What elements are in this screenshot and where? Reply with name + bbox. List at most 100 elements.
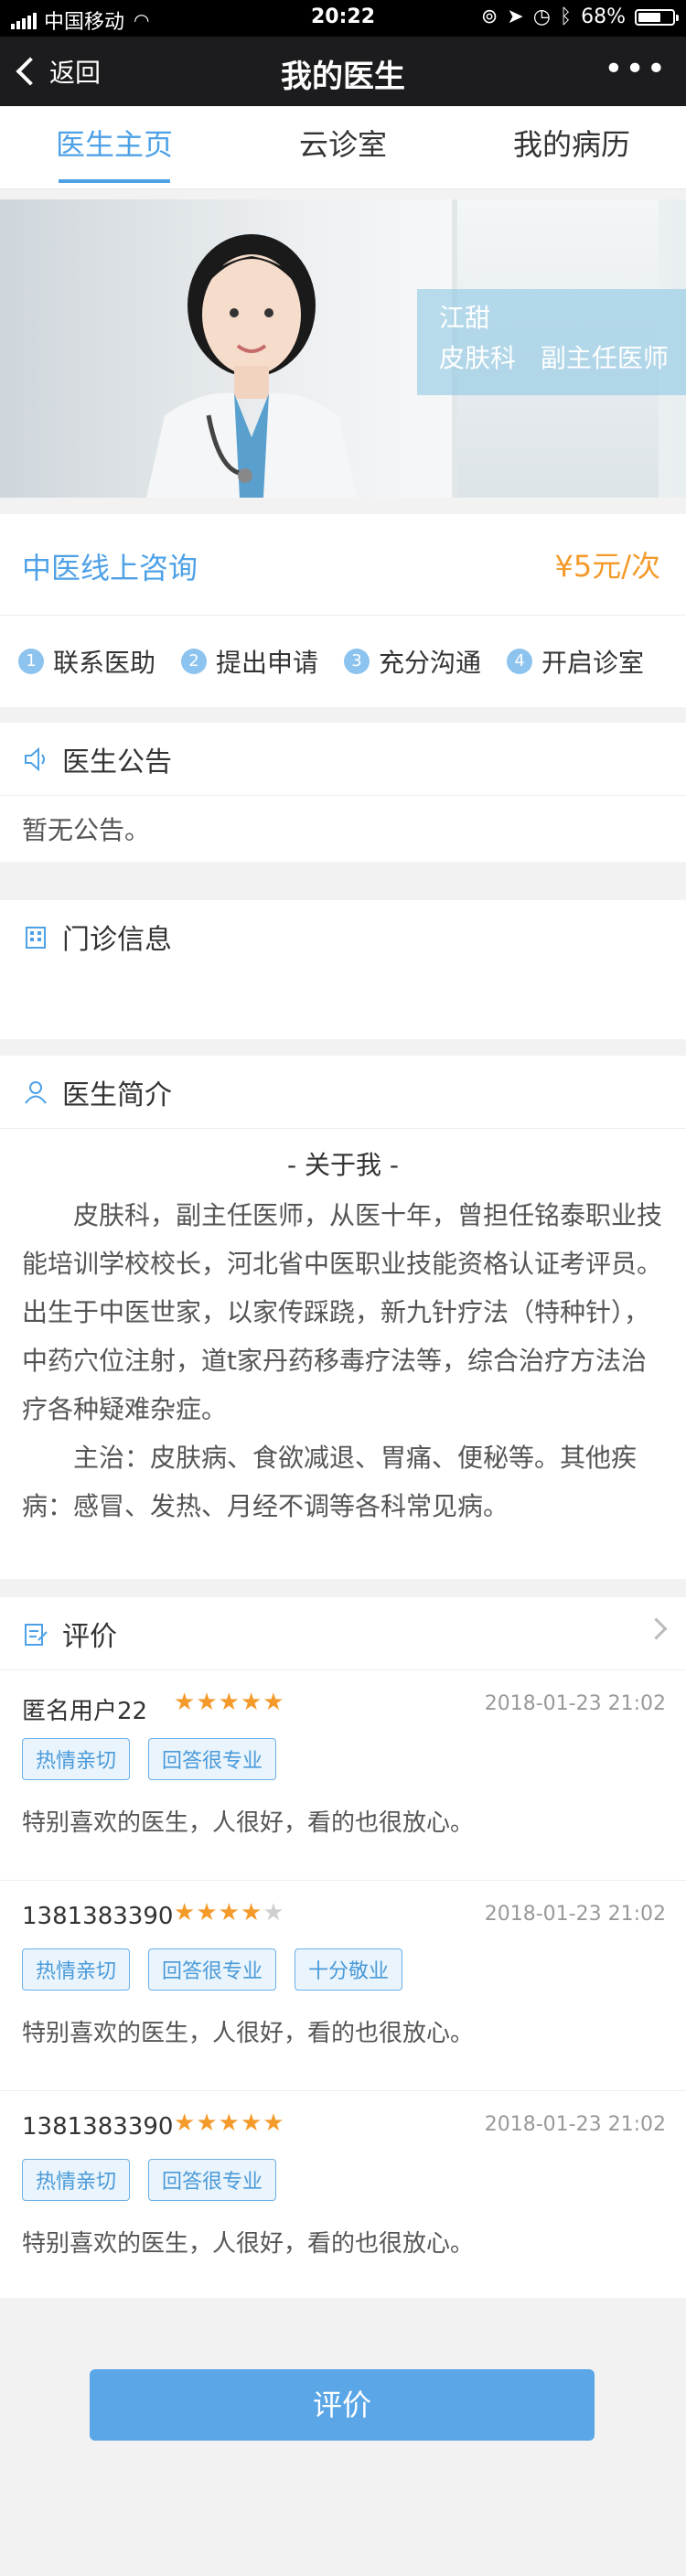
lock-rotation-icon: ⊚ bbox=[480, 5, 498, 28]
star-filled-icon: ★ bbox=[263, 1689, 285, 1716]
review-text: 特别喜欢的医生，人很好，看的也很放心。 bbox=[22, 2230, 475, 2258]
intro-card: 医生简介 - 关于我 - 皮肤科，副主任医师，从医十年，曾担任铭泰职业技能培训学… bbox=[0, 1056, 686, 1579]
status-right: ⊚ ➤ ◷ ᛒ 68% bbox=[480, 5, 679, 28]
speaker-icon bbox=[25, 746, 45, 771]
doctor-title-line: 皮肤科 副主任医师 bbox=[439, 338, 686, 379]
step-label: 充分沟通 bbox=[379, 648, 482, 678]
notice-card: 医生公告 暂无公告。 bbox=[0, 723, 686, 862]
location-icon: ➤ bbox=[507, 5, 524, 28]
tab-my-records[interactable]: 我的病历 bbox=[457, 106, 686, 188]
step-number: 1 bbox=[18, 649, 44, 674]
more-icon[interactable]: ••• bbox=[604, 53, 668, 86]
intro-header: 医生简介 bbox=[0, 1056, 686, 1129]
notice-header: 医生公告 bbox=[0, 723, 686, 796]
about-paragraph: 皮肤科，副主任医师，从医十年，曾担任铭泰职业技能培训学校校长，河北省中医职业技能… bbox=[22, 1200, 663, 1424]
star-filled-icon: ★ bbox=[196, 1899, 219, 1927]
evaluate-button[interactable]: 评价 bbox=[90, 2369, 595, 2441]
about-heading: - 关于我 - bbox=[286, 1150, 399, 1180]
tab-bar: 医生主页 云诊室 我的病历 bbox=[0, 106, 686, 189]
step-number: 2 bbox=[181, 649, 208, 674]
review-item: 匿名用户22 ★★★★★ 2018-01-23 21:02 热情亲切 回答很专业… bbox=[0, 1670, 686, 1881]
step-number: 3 bbox=[344, 649, 370, 674]
review-tag: 回答很专业 bbox=[148, 1738, 277, 1780]
status-bar: 中国移动 ◠ 20:22 ⊚ ➤ ◷ ᛒ 68% bbox=[0, 0, 686, 37]
star-filled-icon: ★ bbox=[218, 2109, 241, 2137]
review-tag: 热情亲切 bbox=[22, 1948, 131, 1991]
review-tags: 热情亲切 回答很专业 bbox=[22, 2159, 277, 2201]
review-user: 1381383390 bbox=[22, 1903, 174, 1930]
review-item: 1381383390 ★★★★★ 2018-01-23 21:02 热情亲切 回… bbox=[0, 1881, 686, 2091]
chevron-right-icon bbox=[645, 1617, 668, 1640]
review-rating: ★★★★★ bbox=[174, 1899, 285, 1927]
star-filled-icon: ★ bbox=[174, 2109, 197, 2137]
review-tag: 回答很专业 bbox=[148, 1948, 277, 1991]
clinic-card: 门诊信息 bbox=[0, 900, 686, 1039]
star-filled-icon: ★ bbox=[240, 1899, 263, 1927]
reviews-header[interactable]: 评价 bbox=[0, 1597, 686, 1670]
review-date: 2018-01-23 21:02 bbox=[484, 1692, 666, 1715]
star-filled-icon: ★ bbox=[218, 1689, 241, 1716]
step-item: 4 开启诊室 bbox=[507, 643, 644, 680]
intro-title: 医生简介 bbox=[62, 1079, 172, 1111]
consult-price: ¥5元/次 bbox=[554, 549, 660, 584]
star-filled-icon: ★ bbox=[196, 2109, 219, 2137]
notice-body: 暂无公告。 bbox=[22, 815, 151, 845]
review-date: 2018-01-23 21:02 bbox=[484, 2113, 666, 2136]
star-filled-icon: ★ bbox=[218, 1899, 241, 1927]
doctor-info-panel: 江甜 皮肤科 副主任医师 bbox=[417, 289, 686, 395]
tab-cloud-clinic[interactable]: 云诊室 bbox=[229, 106, 457, 188]
tab-doctor-home[interactable]: 医生主页 bbox=[0, 106, 229, 188]
about-body: 皮肤科，副主任医师，从医十年，曾担任铭泰职业技能培训学校校长，河北省中医职业技能… bbox=[0, 1182, 686, 1530]
edit-icon bbox=[25, 1623, 48, 1646]
battery-fill bbox=[638, 12, 661, 22]
review-user: 匿名用户22 bbox=[22, 1698, 148, 1725]
review-item: 1381383390 ★★★★★ 2018-01-23 21:02 热情亲切 回… bbox=[0, 2091, 686, 2302]
user-icon bbox=[25, 1080, 47, 1104]
review-text: 特别喜欢的医生，人很好，看的也很放心。 bbox=[22, 1809, 475, 1837]
star-filled-icon: ★ bbox=[240, 2109, 263, 2137]
star-filled-icon: ★ bbox=[174, 1689, 197, 1716]
doctor-rank: 副主任医师 bbox=[540, 343, 669, 373]
step-label: 联系医助 bbox=[53, 648, 156, 678]
review-tags: 热情亲切 回答很专业 bbox=[22, 1738, 277, 1780]
star-filled-icon: ★ bbox=[263, 2109, 285, 2137]
doctor-name: 江甜 bbox=[439, 303, 491, 333]
step-label: 开启诊室 bbox=[541, 648, 645, 678]
page-title: 我的医生 bbox=[281, 59, 405, 95]
building-icon bbox=[26, 927, 46, 949]
review-tags: 热情亲切 回答很专业 十分敬业 bbox=[22, 1948, 403, 1991]
consult-label: 中医线上咨询 bbox=[22, 551, 198, 585]
about-paragraph: 主治：皮肤病、食欲减退、胃痛、便秘等。其他疾病：感冒、发热、月经不调等各科常见病… bbox=[22, 1443, 638, 1521]
bluetooth-icon: ᛒ bbox=[559, 5, 573, 28]
step-number: 4 bbox=[507, 649, 533, 674]
review-tag: 回答很专业 bbox=[148, 2159, 277, 2201]
doctor-photo bbox=[146, 234, 357, 498]
step-item: 3 充分沟通 bbox=[344, 643, 481, 680]
review-rating: ★★★★★ bbox=[174, 2109, 285, 2137]
review-user: 1381383390 bbox=[22, 2113, 174, 2141]
review-text: 特别喜欢的医生，人很好，看的也很放心。 bbox=[22, 2020, 475, 2047]
review-tag: 热情亲切 bbox=[22, 2159, 131, 2201]
process-steps: 1 联系医助 2 提出申请 3 充分沟通 4 开启诊室 bbox=[0, 616, 686, 707]
star-filled-icon: ★ bbox=[240, 1689, 263, 1716]
battery-label: 68% bbox=[581, 5, 626, 28]
doctor-department: 皮肤科 bbox=[439, 343, 517, 373]
review-tag: 热情亲切 bbox=[22, 1738, 131, 1780]
review-tag: 十分敬业 bbox=[295, 1948, 403, 1991]
review-rating: ★★★★★ bbox=[174, 1689, 285, 1716]
star-filled-icon: ★ bbox=[196, 1689, 219, 1716]
clinic-title: 门诊信息 bbox=[62, 924, 172, 956]
nav-bar: 返回 我的医生 ••• bbox=[0, 37, 686, 106]
star-empty-icon: ★ bbox=[263, 1899, 285, 1927]
star-filled-icon: ★ bbox=[174, 1899, 197, 1927]
alarm-icon: ◷ bbox=[532, 5, 551, 28]
reviews-card: 评价 匿名用户22 ★★★★★ 2018-01-23 21:02 热情亲切 回答… bbox=[0, 1597, 686, 2298]
battery-icon bbox=[635, 8, 679, 26]
review-date: 2018-01-23 21:02 bbox=[484, 1903, 666, 1926]
notice-title: 医生公告 bbox=[62, 746, 172, 778]
consult-service-row[interactable]: 中医线上咨询 ¥5元/次 bbox=[0, 514, 686, 616]
step-label: 提出申请 bbox=[216, 648, 319, 678]
doctor-banner: 江甜 皮肤科 副主任医师 bbox=[0, 199, 686, 498]
clinic-header: 门诊信息 bbox=[0, 900, 686, 973]
reviews-title: 评价 bbox=[62, 1620, 117, 1653]
